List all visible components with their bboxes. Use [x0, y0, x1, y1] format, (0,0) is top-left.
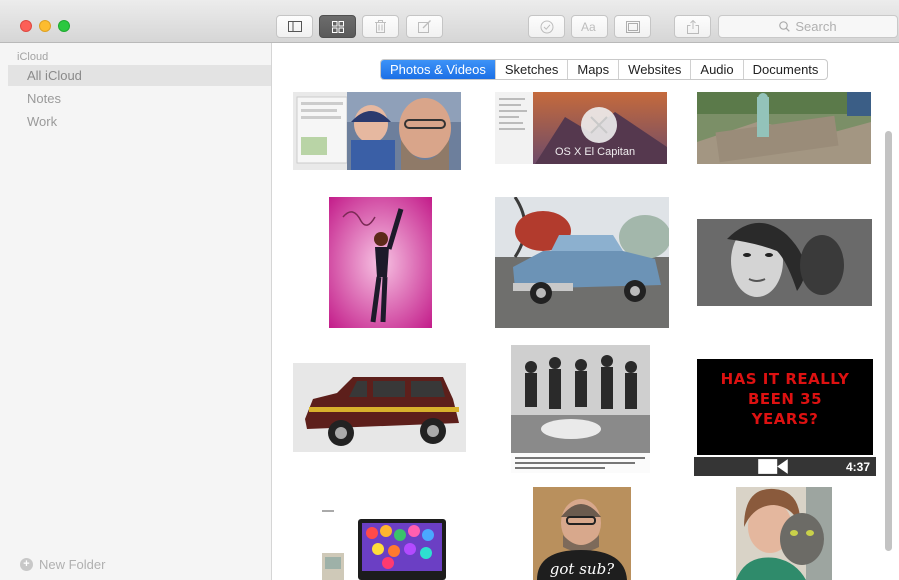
window-toolbar: Aa Search	[0, 0, 899, 43]
svg-text:Aa: Aa	[581, 20, 596, 33]
osx-caption: OS X El Capitan	[555, 146, 636, 158]
video-camera-icon	[758, 459, 788, 474]
video-duration: 4:37	[845, 459, 870, 474]
tab-documents[interactable]: Documents	[742, 60, 828, 79]
new-folder-button[interactable]: + New Folder	[20, 557, 105, 572]
tab-maps[interactable]: Maps	[567, 60, 618, 79]
tab-websites[interactable]: Websites	[618, 60, 690, 79]
search-icon	[779, 21, 791, 32]
format-button[interactable]: Aa	[571, 15, 608, 38]
delete-button[interactable]	[362, 15, 399, 38]
search-field[interactable]: Search	[718, 15, 898, 38]
tab-photos-videos[interactable]: Photos & Videos	[381, 60, 495, 79]
sidebar-item-label: All iCloud	[27, 68, 82, 83]
photo-frame-icon	[625, 20, 640, 33]
attachment-selfie-tshirt[interactable]: got sub?	[533, 487, 631, 580]
sidebar-item-work[interactable]: Work	[8, 111, 271, 132]
sidebar-item-label: Work	[27, 114, 58, 129]
share-icon	[686, 19, 699, 34]
close-window-button[interactable]	[20, 20, 32, 32]
sidebar: iCloud All iCloud Notes Work + New Folde…	[0, 43, 272, 580]
checklist-button[interactable]	[528, 15, 565, 38]
tab-audio[interactable]: Audio	[690, 60, 742, 79]
trash-icon	[375, 20, 386, 33]
grid-icon	[331, 20, 344, 33]
text-format-icon: Aa	[581, 20, 596, 33]
zoom-window-button[interactable]	[58, 20, 70, 32]
sidebar-item-all-icloud[interactable]: All iCloud	[8, 65, 271, 86]
toggle-sidebar-button[interactable]	[276, 15, 313, 38]
attachment-selfie-screenshot[interactable]	[293, 92, 461, 170]
video-title-card: HAS IT REALLY BEEN 35 YEARS?	[720, 370, 850, 428]
attachment-video[interactable]: HAS IT REALLY BEEN 35 YEARS? 4:37	[694, 357, 876, 476]
minimize-window-button[interactable]	[39, 20, 51, 32]
sidebar-item-notes[interactable]: Notes	[8, 88, 271, 109]
attachment-statue-of-liberty-map[interactable]	[697, 92, 871, 164]
scroll-thumb[interactable]	[885, 131, 892, 551]
attachment-type-filter: Photos & Videos Sketches Maps Websites A…	[380, 59, 829, 80]
new-folder-label: New Folder	[39, 557, 106, 572]
tab-sketches[interactable]: Sketches	[494, 60, 567, 79]
attachments-browser: Photos & Videos Sketches Maps Websites A…	[273, 43, 899, 580]
video-control-bar: 4:37	[694, 457, 876, 476]
share-button[interactable]	[674, 15, 711, 38]
search-placeholder: Search	[795, 19, 837, 34]
attachment-imac-photo[interactable]	[318, 505, 450, 580]
plus-icon: +	[20, 558, 33, 571]
attach-button[interactable]	[614, 15, 651, 38]
compose-icon	[418, 20, 431, 33]
sidebar-section-header: iCloud	[17, 51, 49, 63]
checkmark-circle-icon	[540, 20, 553, 33]
attachments-browser-button[interactable]	[319, 15, 356, 38]
sidebar-icon	[287, 21, 302, 32]
attachment-vintage-group-photo[interactable]	[511, 345, 650, 473]
attachment-el-capitan-wallpaper[interactable]: OS X El Capitan	[495, 92, 667, 164]
attachment-portrait-photo[interactable]	[697, 219, 872, 306]
attachment-vintage-car-photo[interactable]	[495, 197, 669, 328]
attachment-autographed-dancer-photo[interactable]	[329, 197, 432, 328]
attachment-girl-with-cat[interactable]	[736, 487, 832, 580]
new-note-button[interactable]	[406, 15, 443, 38]
sidebar-item-label: Notes	[27, 91, 61, 106]
tshirt-text: got sub?	[549, 560, 615, 578]
attachment-toy-suv-photo[interactable]	[293, 363, 466, 452]
vertical-scrollbar[interactable]	[885, 91, 893, 580]
